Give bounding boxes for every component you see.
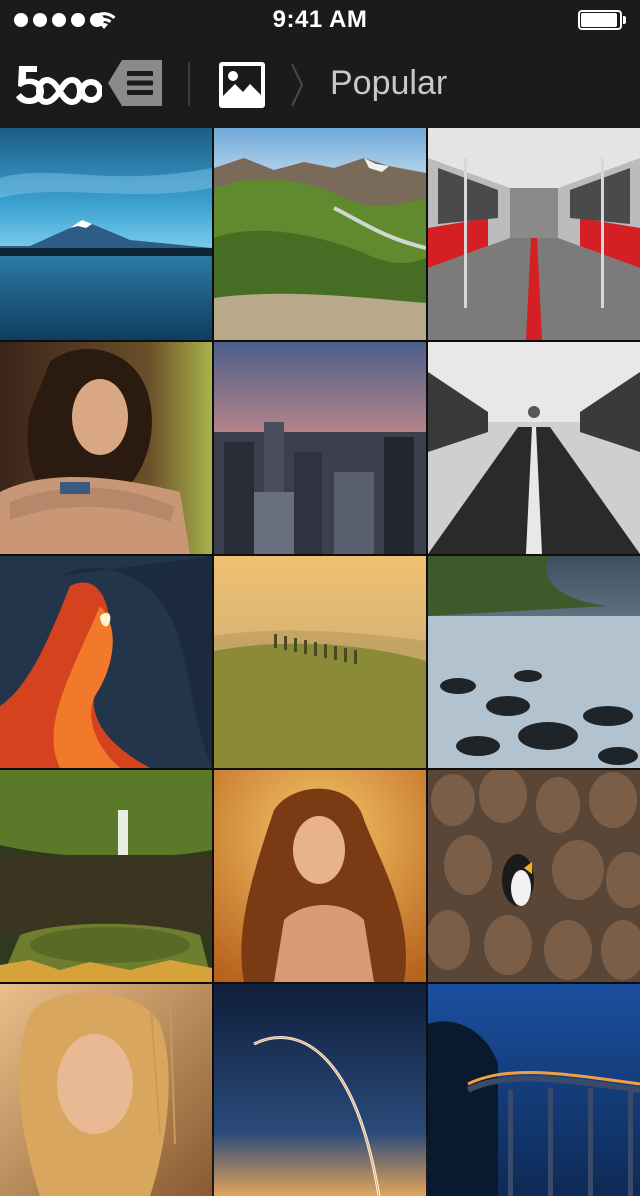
- 500px-logo-icon[interactable]: [16, 62, 102, 106]
- status-bar: 9:41 AM: [0, 0, 640, 40]
- photo-tile-canyon-red-rock[interactable]: [0, 556, 212, 768]
- photo-tile-waterfall-pond-forest[interactable]: [0, 770, 212, 982]
- photo-tile-city-skyline-dusk[interactable]: [214, 342, 426, 554]
- photo-tile-portrait-woman-blonde[interactable]: [0, 984, 212, 1196]
- photo-tile-rocket-launch-trail[interactable]: [214, 984, 426, 1196]
- photo-tile-portrait-woman-golden-light[interactable]: [214, 770, 426, 982]
- photo-tile-mountain-lake[interactable]: [0, 128, 212, 340]
- photo-tile-tuscan-hills-cypress[interactable]: [214, 556, 426, 768]
- photo-tile-portrait-woman-brunette[interactable]: [0, 342, 212, 554]
- photo-tile-subway-car-interior[interactable]: [428, 128, 640, 340]
- navigation-bar: Popular: [0, 40, 640, 129]
- photo-grid: [0, 128, 640, 1196]
- photo-icon[interactable]: [219, 62, 265, 108]
- photo-tile-snowy-road-trees[interactable]: [428, 342, 640, 554]
- nav-divider: [188, 62, 190, 106]
- battery-icon: [578, 10, 626, 30]
- photo-tile-green-valley-mountains[interactable]: [214, 128, 426, 340]
- photo-tile-coastal-bridge-night[interactable]: [428, 984, 640, 1196]
- battery-level: [581, 13, 617, 27]
- chevron-right-icon: [291, 63, 304, 107]
- photo-tile-penguin-colony[interactable]: [428, 770, 640, 982]
- menu-list-icon[interactable]: [108, 60, 162, 106]
- page-title: Popular: [330, 64, 448, 102]
- photo-tile-rocky-coast-long-exposure[interactable]: [428, 556, 640, 768]
- status-time: 9:41 AM: [272, 6, 368, 33]
